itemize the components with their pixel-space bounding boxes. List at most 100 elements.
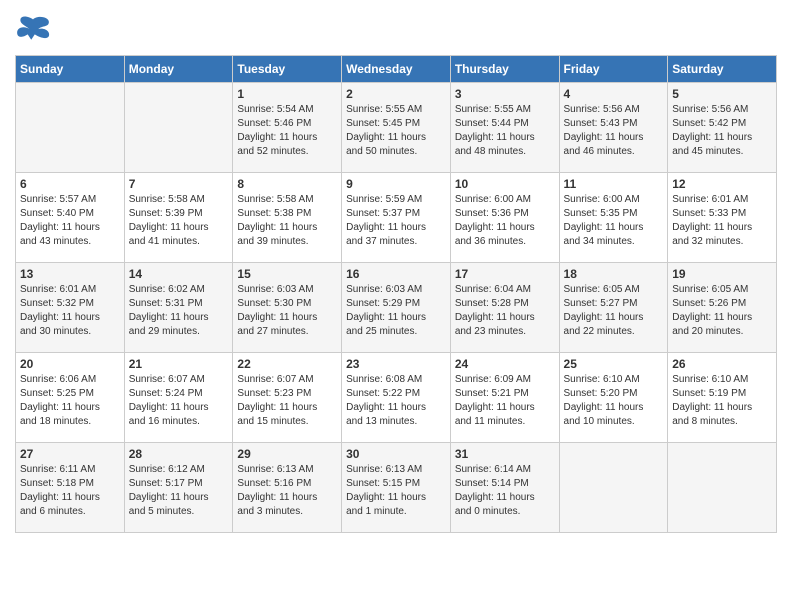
- calendar-cell: 3 Sunrise: 5:55 AMSunset: 5:44 PMDaylight…: [450, 83, 559, 173]
- header-row: SundayMondayTuesdayWednesdayThursdayFrid…: [16, 56, 777, 83]
- day-header-friday: Friday: [559, 56, 668, 83]
- cell-info: Sunrise: 6:13 AMSunset: 5:16 PMDaylight:…: [237, 463, 337, 519]
- day-number: 15: [237, 267, 337, 281]
- day-number: 1: [237, 87, 337, 101]
- cell-info: Sunrise: 6:03 AMSunset: 5:30 PMDaylight:…: [237, 283, 337, 339]
- day-number: 24: [455, 357, 555, 371]
- cell-info: Sunrise: 6:09 AMSunset: 5:21 PMDaylight:…: [455, 373, 555, 429]
- calendar-cell: 19 Sunrise: 6:05 AMSunset: 5:26 PMDayligh…: [668, 263, 777, 353]
- calendar-cell: 30 Sunrise: 6:13 AMSunset: 5:15 PMDayligh…: [342, 443, 451, 533]
- calendar-cell: [124, 83, 233, 173]
- calendar-cell: 27Sunrise: 6:11 AMSunset: 5:18 PMDayligh…: [16, 443, 125, 533]
- calendar-cell: 9 Sunrise: 5:59 AMSunset: 5:37 PMDaylight…: [342, 173, 451, 263]
- cell-info: Sunrise: 5:56 AMSunset: 5:43 PMDaylight:…: [564, 103, 664, 159]
- cell-info: Sunrise: 6:12 AMSunset: 5:17 PMDaylight:…: [129, 463, 229, 519]
- calendar-cell: 6 Sunrise: 5:57 AMSunset: 5:40 PMDaylight…: [16, 173, 125, 263]
- cell-info: Sunrise: 6:01 AMSunset: 5:33 PMDaylight:…: [672, 193, 772, 249]
- week-row: 20Sunrise: 6:06 AMSunset: 5:25 PMDayligh…: [16, 353, 777, 443]
- calendar-cell: 26 Sunrise: 6:10 AMSunset: 5:19 PMDayligh…: [668, 353, 777, 443]
- calendar-cell: 14Sunrise: 6:02 AMSunset: 5:31 PMDayligh…: [124, 263, 233, 353]
- day-number: 5: [672, 87, 772, 101]
- cell-info: Sunrise: 6:07 AMSunset: 5:24 PMDaylight:…: [129, 373, 229, 429]
- week-row: 27Sunrise: 6:11 AMSunset: 5:18 PMDayligh…: [16, 443, 777, 533]
- calendar-cell: 22Sunrise: 6:07 AMSunset: 5:23 PMDayligh…: [233, 353, 342, 443]
- cell-info: Sunrise: 5:55 AMSunset: 5:45 PMDaylight:…: [346, 103, 446, 159]
- day-number: 10: [455, 177, 555, 191]
- cell-info: Sunrise: 6:07 AMSunset: 5:23 PMDaylight:…: [237, 373, 337, 429]
- calendar-cell: 11 Sunrise: 6:00 AMSunset: 5:35 PMDayligh…: [559, 173, 668, 263]
- cell-info: Sunrise: 6:08 AMSunset: 5:22 PMDaylight:…: [346, 373, 446, 429]
- calendar-cell: 5 Sunrise: 5:56 AMSunset: 5:42 PMDaylight…: [668, 83, 777, 173]
- day-number: 20: [20, 357, 120, 371]
- day-number: 27: [20, 447, 120, 461]
- day-number: 30: [346, 447, 446, 461]
- day-header-thursday: Thursday: [450, 56, 559, 83]
- week-row: 1 Sunrise: 5:54 AMSunset: 5:46 PMDaylight…: [16, 83, 777, 173]
- calendar-cell: [16, 83, 125, 173]
- cell-info: Sunrise: 5:54 AMSunset: 5:46 PMDaylight:…: [237, 103, 337, 159]
- week-row: 13 Sunrise: 6:01 AMSunset: 5:32 PMDayligh…: [16, 263, 777, 353]
- cell-info: Sunrise: 6:00 AMSunset: 5:35 PMDaylight:…: [564, 193, 664, 249]
- day-number: 26: [672, 357, 772, 371]
- day-number: 13: [20, 267, 120, 281]
- day-number: 18: [564, 267, 664, 281]
- day-number: 23: [346, 357, 446, 371]
- calendar-cell: 24 Sunrise: 6:09 AMSunset: 5:21 PMDayligh…: [450, 353, 559, 443]
- cell-info: Sunrise: 6:03 AMSunset: 5:29 PMDaylight:…: [346, 283, 446, 339]
- calendar-cell: 1 Sunrise: 5:54 AMSunset: 5:46 PMDaylight…: [233, 83, 342, 173]
- cell-info: Sunrise: 5:57 AMSunset: 5:40 PMDaylight:…: [20, 193, 120, 249]
- cell-info: Sunrise: 5:55 AMSunset: 5:44 PMDaylight:…: [455, 103, 555, 159]
- day-number: 17: [455, 267, 555, 281]
- calendar-cell: 7Sunrise: 5:58 AMSunset: 5:39 PMDaylight…: [124, 173, 233, 263]
- calendar-cell: 21Sunrise: 6:07 AMSunset: 5:24 PMDayligh…: [124, 353, 233, 443]
- calendar-cell: 18 Sunrise: 6:05 AMSunset: 5:27 PMDayligh…: [559, 263, 668, 353]
- cell-info: Sunrise: 5:58 AMSunset: 5:38 PMDaylight:…: [237, 193, 337, 249]
- day-header-saturday: Saturday: [668, 56, 777, 83]
- cell-info: Sunrise: 6:14 AMSunset: 5:14 PMDaylight:…: [455, 463, 555, 519]
- calendar-cell: 17 Sunrise: 6:04 AMSunset: 5:28 PMDayligh…: [450, 263, 559, 353]
- calendar-cell: 15 Sunrise: 6:03 AMSunset: 5:30 PMDayligh…: [233, 263, 342, 353]
- calendar-cell: 16Sunrise: 6:03 AMSunset: 5:29 PMDayligh…: [342, 263, 451, 353]
- day-number: 28: [129, 447, 229, 461]
- cell-info: Sunrise: 6:04 AMSunset: 5:28 PMDaylight:…: [455, 283, 555, 339]
- day-number: 31: [455, 447, 555, 461]
- page-header: [15, 15, 777, 45]
- calendar-cell: 8Sunrise: 5:58 AMSunset: 5:38 PMDaylight…: [233, 173, 342, 263]
- cell-info: Sunrise: 6:13 AMSunset: 5:15 PMDaylight:…: [346, 463, 446, 519]
- day-number: 3: [455, 87, 555, 101]
- logo: [15, 15, 55, 45]
- day-number: 12: [672, 177, 772, 191]
- week-row: 6 Sunrise: 5:57 AMSunset: 5:40 PMDaylight…: [16, 173, 777, 263]
- cell-info: Sunrise: 6:05 AMSunset: 5:26 PMDaylight:…: [672, 283, 772, 339]
- day-number: 2: [346, 87, 446, 101]
- day-number: 19: [672, 267, 772, 281]
- cell-info: Sunrise: 5:59 AMSunset: 5:37 PMDaylight:…: [346, 193, 446, 249]
- day-number: 11: [564, 177, 664, 191]
- logo-icon: [15, 15, 51, 45]
- calendar-cell: 29 Sunrise: 6:13 AMSunset: 5:16 PMDayligh…: [233, 443, 342, 533]
- calendar-cell: 10 Sunrise: 6:00 AMSunset: 5:36 PMDayligh…: [450, 173, 559, 263]
- cell-info: Sunrise: 6:10 AMSunset: 5:19 PMDaylight:…: [672, 373, 772, 429]
- calendar-cell: 13 Sunrise: 6:01 AMSunset: 5:32 PMDayligh…: [16, 263, 125, 353]
- calendar-table: SundayMondayTuesdayWednesdayThursdayFrid…: [15, 55, 777, 533]
- day-number: 29: [237, 447, 337, 461]
- cell-info: Sunrise: 6:01 AMSunset: 5:32 PMDaylight:…: [20, 283, 120, 339]
- cell-info: Sunrise: 6:05 AMSunset: 5:27 PMDaylight:…: [564, 283, 664, 339]
- cell-info: Sunrise: 6:00 AMSunset: 5:36 PMDaylight:…: [455, 193, 555, 249]
- day-number: 4: [564, 87, 664, 101]
- calendar-cell: 28 Sunrise: 6:12 AMSunset: 5:17 PMDayligh…: [124, 443, 233, 533]
- calendar-cell: 12 Sunrise: 6:01 AMSunset: 5:33 PMDayligh…: [668, 173, 777, 263]
- calendar-cell: 31 Sunrise: 6:14 AMSunset: 5:14 PMDayligh…: [450, 443, 559, 533]
- day-header-sunday: Sunday: [16, 56, 125, 83]
- day-number: 9: [346, 177, 446, 191]
- day-number: 6: [20, 177, 120, 191]
- cell-info: Sunrise: 6:02 AMSunset: 5:31 PMDaylight:…: [129, 283, 229, 339]
- calendar-cell: 20Sunrise: 6:06 AMSunset: 5:25 PMDayligh…: [16, 353, 125, 443]
- day-header-tuesday: Tuesday: [233, 56, 342, 83]
- day-number: 25: [564, 357, 664, 371]
- cell-info: Sunrise: 5:56 AMSunset: 5:42 PMDaylight:…: [672, 103, 772, 159]
- calendar-cell: [559, 443, 668, 533]
- calendar-cell: 4 Sunrise: 5:56 AMSunset: 5:43 PMDaylight…: [559, 83, 668, 173]
- day-number: 7: [129, 177, 229, 191]
- calendar-cell: 25Sunrise: 6:10 AMSunset: 5:20 PMDayligh…: [559, 353, 668, 443]
